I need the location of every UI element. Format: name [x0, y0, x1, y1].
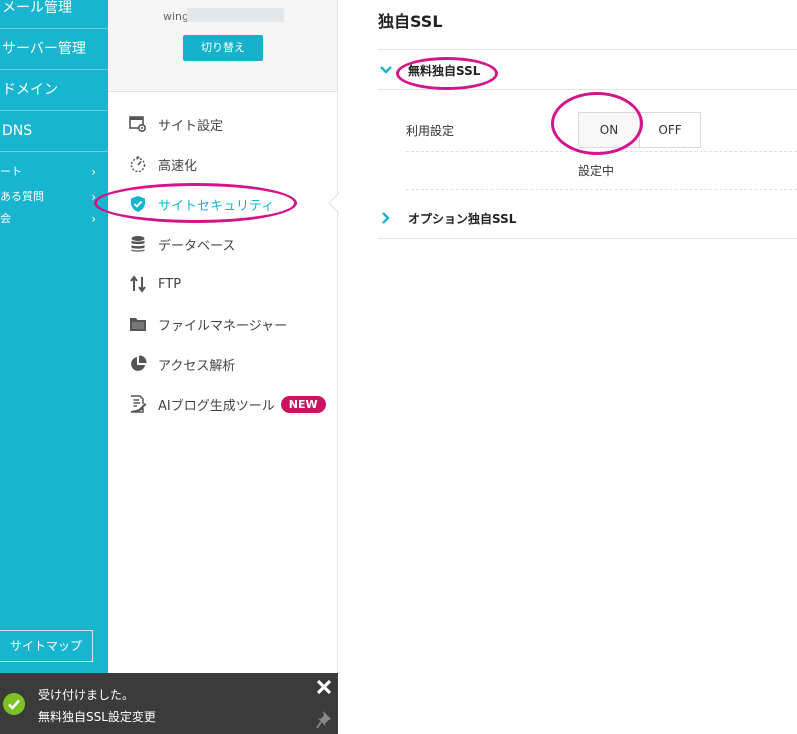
- highlight-ellipse: [396, 57, 498, 90]
- pin-icon[interactable]: [316, 710, 334, 734]
- account-panel: wing 切り替え: [108, 0, 337, 92]
- nav-item-dns[interactable]: DNS: [0, 111, 108, 152]
- menu-item-ftp[interactable]: FTP: [108, 264, 337, 304]
- nav-item-domain[interactable]: ドメイン: [0, 70, 108, 111]
- toast-notification: 受け付けました。 無料独自SSL設定変更: [0, 673, 338, 734]
- nav-item-server[interactable]: サーバー管理: [0, 29, 108, 70]
- toast-message: 受け付けました。: [38, 688, 135, 702]
- sitemap-button[interactable]: サイトマップ: [0, 630, 93, 662]
- divider: [378, 49, 797, 50]
- speed-icon: [128, 154, 148, 174]
- page-title: 独自SSL: [378, 12, 443, 31]
- chevron-right-icon: [378, 210, 394, 226]
- pie-chart-icon: [128, 354, 148, 374]
- usage-setting-label: 利用設定: [406, 124, 455, 138]
- chevron-down-icon: [378, 62, 394, 78]
- check-circle-icon: [3, 693, 25, 715]
- site-settings-icon: [128, 114, 148, 134]
- server-name-masked: [187, 8, 284, 22]
- menu-item-file-manager[interactable]: ファイルマネージャー: [108, 304, 337, 344]
- nav-subitem-member[interactable]: 会 ›: [0, 208, 108, 230]
- section-option-ssl-header[interactable]: オプション独自SSL: [378, 199, 797, 237]
- site-menu-column: wing 切り替え サイト設定 高速化 サイトセキュリティ データベース FTP…: [108, 0, 338, 734]
- document-edit-icon: [128, 394, 148, 414]
- chevron-right-icon: ›: [91, 212, 96, 226]
- menu-item-speed[interactable]: 高速化: [108, 144, 337, 184]
- divider: [378, 238, 797, 239]
- app-root: メール管理 サーバー管理 ドメイン DNS ート › ある質問 › 会 › サイ…: [0, 0, 797, 734]
- site-menu: サイト設定 高速化 サイトセキュリティ データベース FTP ファイルマネージャ…: [108, 104, 337, 424]
- nav-subitem-support[interactable]: ート ›: [0, 161, 108, 183]
- off-button[interactable]: OFF: [640, 113, 700, 147]
- chevron-right-icon: ›: [91, 165, 96, 179]
- menu-item-ai-blog-tool[interactable]: AIブログ生成ツール NEW: [108, 384, 337, 424]
- switch-button[interactable]: 切り替え: [183, 35, 263, 61]
- menu-item-site-settings[interactable]: サイト設定: [108, 104, 337, 144]
- nav-subitem-faq[interactable]: ある質問 ›: [0, 186, 108, 208]
- left-nav: メール管理 サーバー管理 ドメイン DNS ート › ある質問 › 会 › サイ…: [0, 0, 108, 734]
- transfer-arrows-icon: [128, 274, 148, 294]
- close-icon[interactable]: [314, 677, 334, 697]
- status-text: 設定中: [578, 164, 615, 178]
- toast-detail: 無料独自SSL設定変更: [38, 710, 156, 724]
- database-icon: [128, 234, 148, 254]
- divider-dashed: [406, 189, 797, 190]
- highlight-ellipse: [551, 92, 643, 155]
- highlight-ellipse: [94, 183, 297, 223]
- menu-item-access-analysis[interactable]: アクセス解析: [108, 344, 337, 384]
- folder-icon: [128, 314, 148, 334]
- nav-item-mail[interactable]: メール管理: [0, 0, 108, 29]
- new-badge: NEW: [280, 395, 326, 413]
- menu-item-database[interactable]: データベース: [108, 224, 337, 264]
- server-name: wing: [163, 10, 190, 23]
